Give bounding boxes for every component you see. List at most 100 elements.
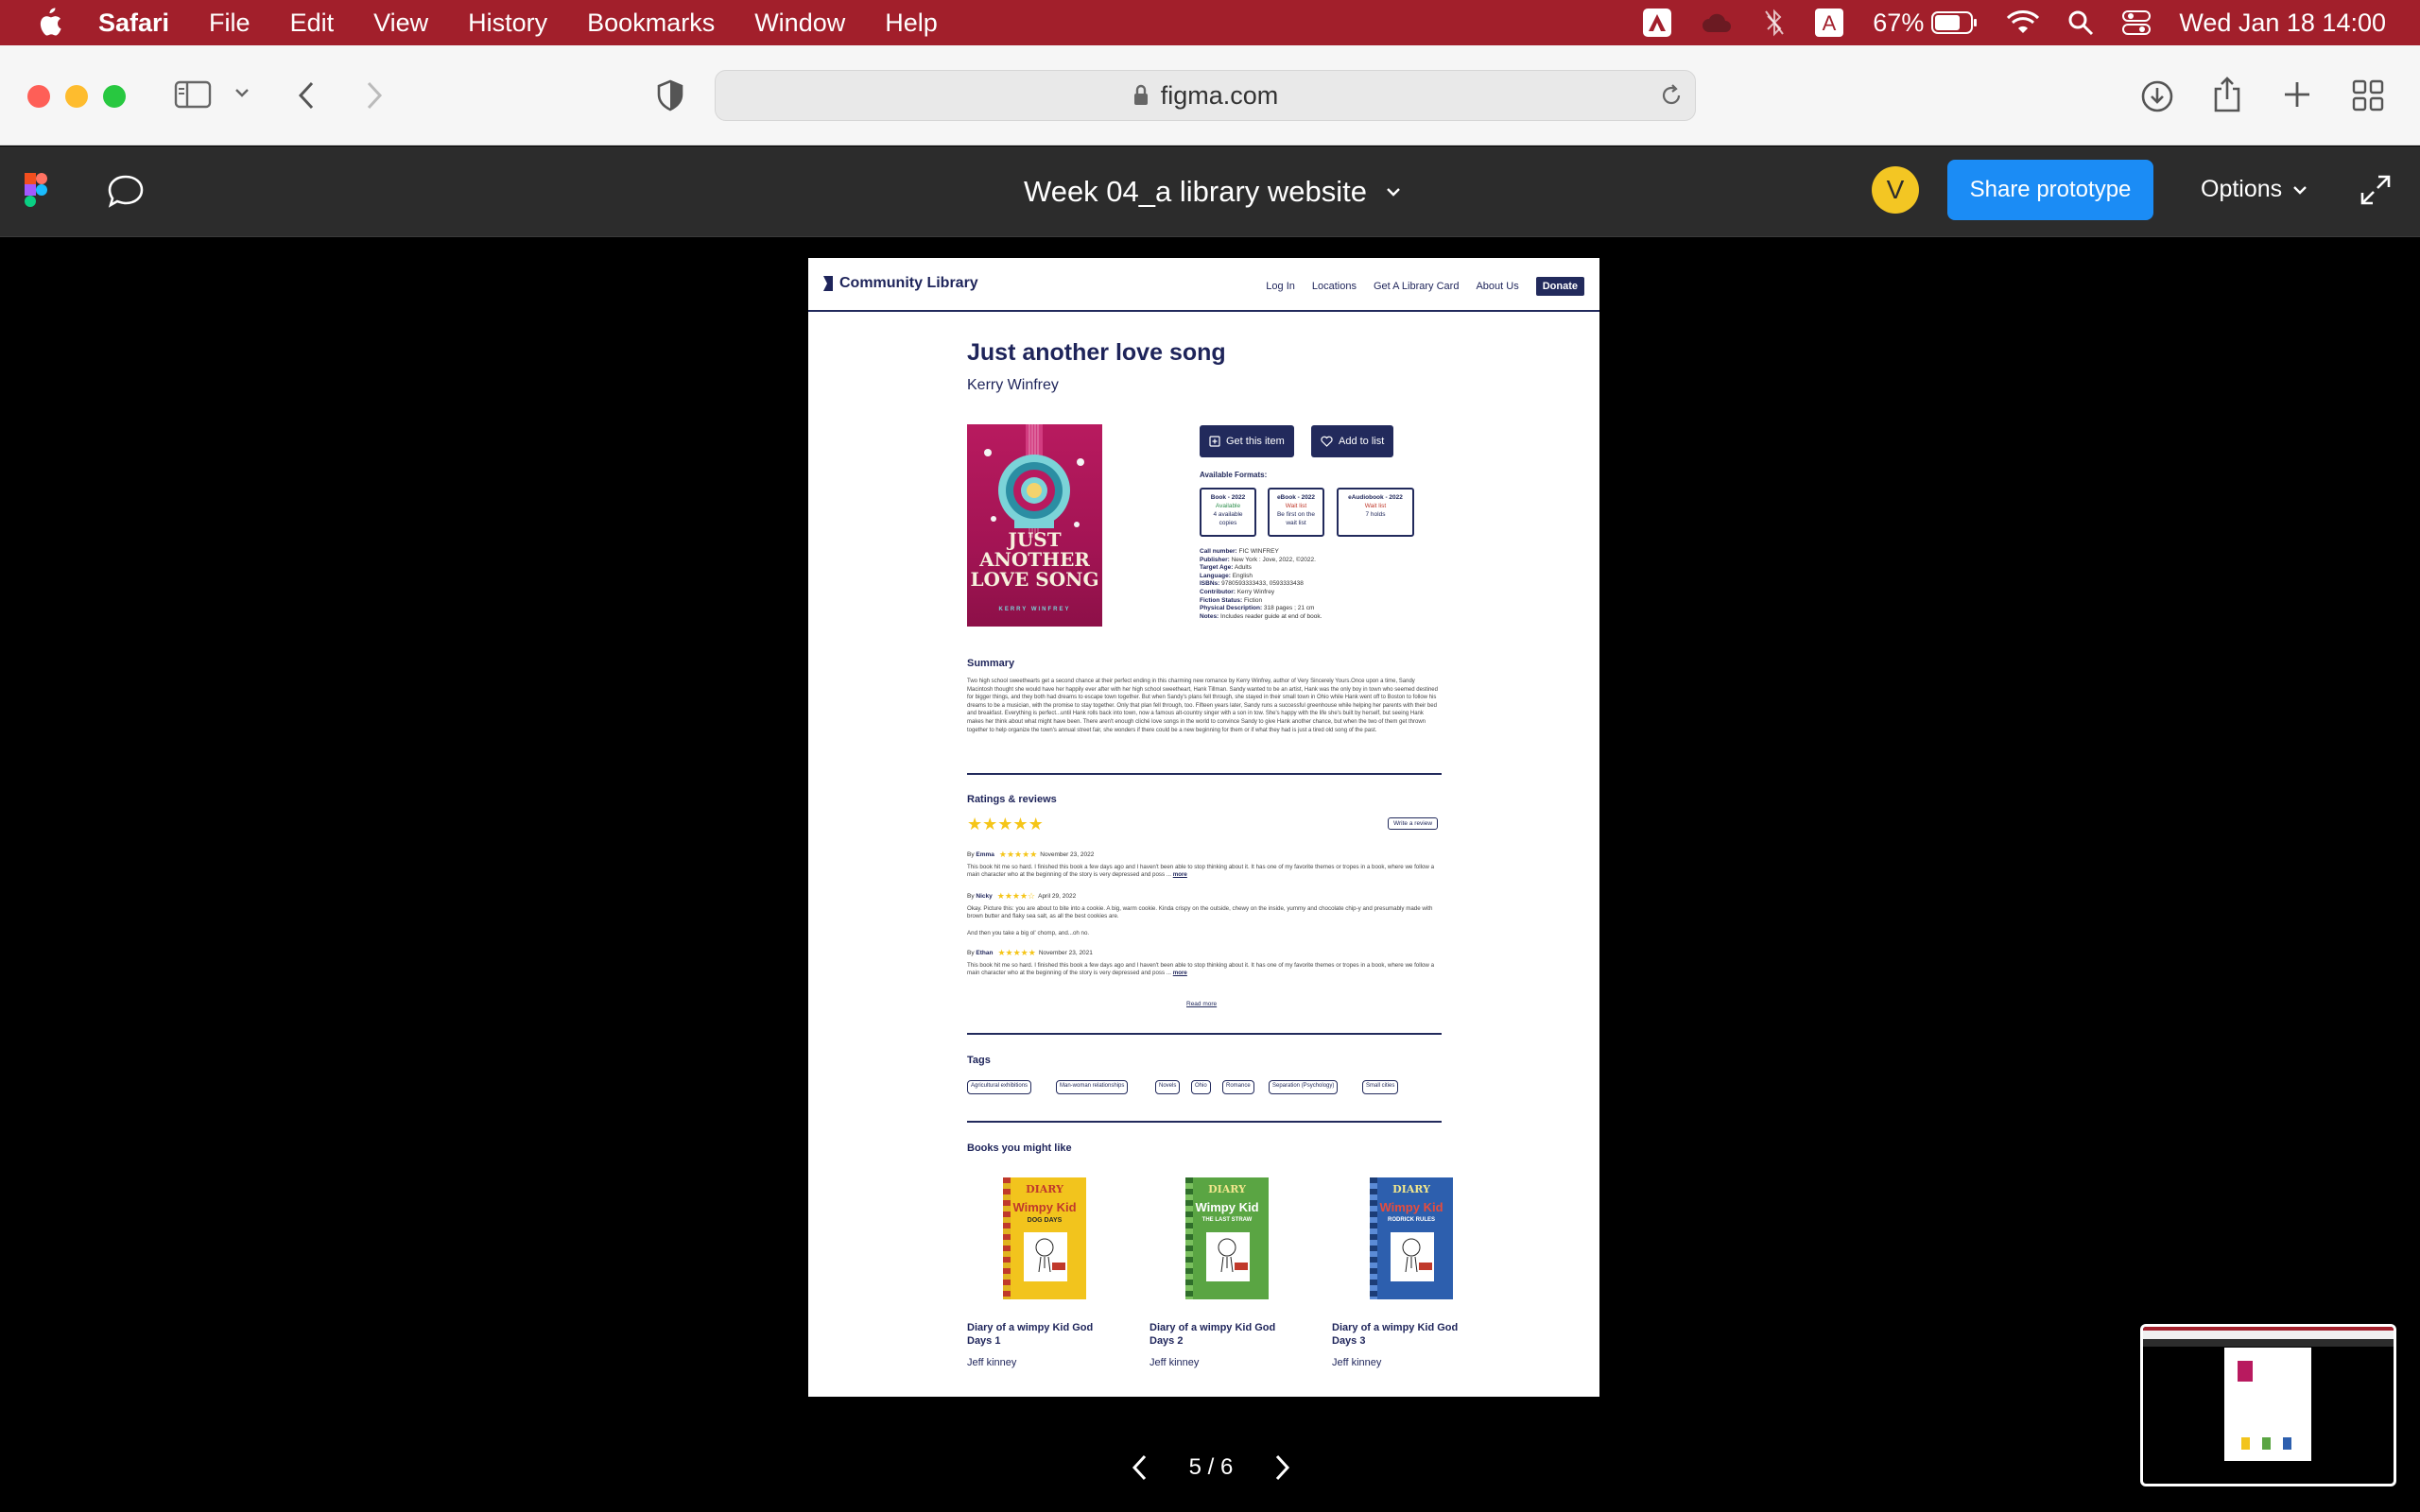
- book-author[interactable]: Kerry Winfrey: [967, 377, 1059, 394]
- share-icon[interactable]: [2212, 76, 2242, 113]
- rec-book-title[interactable]: Diary of a wimpy Kid God Days 1: [967, 1321, 1109, 1348]
- tag-chip[interactable]: Small cities: [1362, 1080, 1399, 1094]
- nav-library-card[interactable]: Get A Library Card: [1374, 281, 1460, 292]
- review-text-continued: And then you take a big ol' chomp, and..…: [967, 930, 1090, 936]
- window-minimize-button[interactable]: [65, 85, 88, 108]
- detail-key: Publisher:: [1200, 556, 1230, 563]
- reviewer-name: Nicky: [976, 893, 993, 900]
- cloud-icon[interactable]: [1701, 9, 1735, 36]
- detail-value: Kerry Winfrey: [1236, 588, 1275, 595]
- rec-book-title[interactable]: Diary of a wimpy Kid God Days 2: [1150, 1321, 1291, 1348]
- cover-author: KERRY WINFREY: [998, 607, 1071, 612]
- downloads-icon[interactable]: [2140, 79, 2174, 113]
- window-zoom-button[interactable]: [103, 85, 126, 108]
- menubar-clock[interactable]: Wed Jan 18 14:00: [2179, 9, 2386, 38]
- thumb-figma-bar: [2143, 1339, 2394, 1347]
- sidebar-chevron-down-icon[interactable]: [233, 85, 251, 100]
- tag-chip[interactable]: Novels: [1155, 1080, 1181, 1094]
- menu-help[interactable]: Help: [885, 9, 938, 38]
- detail-key: Notes:: [1200, 612, 1219, 620]
- rec-book-cover[interactable]: DIARY Wimpy Kid RODRICK RULES: [1370, 1177, 1453, 1299]
- format-card-ebook[interactable]: eBook - 2022 Wait list Be first on the w…: [1268, 488, 1324, 537]
- menu-view[interactable]: View: [373, 9, 428, 38]
- user-avatar[interactable]: V: [1872, 166, 1919, 214]
- back-chevron-icon[interactable]: [295, 79, 320, 112]
- apple-logo-icon[interactable]: [36, 8, 62, 38]
- heart-icon: [1321, 436, 1333, 447]
- input-source-icon[interactable]: A: [1814, 8, 1844, 38]
- review-stars: ★★★★★: [997, 948, 1036, 957]
- menu-file[interactable]: File: [209, 9, 251, 38]
- summary-heading: Summary: [967, 658, 1015, 669]
- options-label: Options: [2201, 176, 2283, 202]
- spotlight-search-icon[interactable]: [2067, 9, 2094, 36]
- rec-book-cover[interactable]: DIARY Wimpy Kid DOG DAYS: [1003, 1177, 1086, 1299]
- rec-book-cover[interactable]: DIARY Wimpy Kid THE LAST STRAW: [1185, 1177, 1269, 1299]
- get-this-item-button[interactable]: Get this item: [1200, 425, 1294, 457]
- write-review-button[interactable]: Write a review: [1388, 817, 1439, 830]
- review-text: Okay. Picture this: you are about to bit…: [967, 905, 1433, 919]
- window-close-button[interactable]: [27, 85, 50, 108]
- menu-bookmarks[interactable]: Bookmarks: [587, 9, 715, 38]
- file-title-dropdown[interactable]: Week 04_a library website: [1024, 175, 1403, 209]
- nav-locations[interactable]: Locations: [1312, 281, 1357, 292]
- previous-frame-chevron-icon[interactable]: [1131, 1453, 1150, 1482]
- site-nav-links: Log In Locations Get A Library Card Abou…: [1249, 277, 1584, 296]
- format-card-book[interactable]: Book - 2022 Available 4 available copies: [1200, 488, 1256, 537]
- forward-chevron-icon[interactable]: [361, 79, 386, 112]
- detail-row: ISBNs: 9780593333433, 0593333438: [1200, 580, 1322, 589]
- bluetooth-icon[interactable]: [1763, 8, 1786, 38]
- tag-chip[interactable]: Separation (Psychology): [1269, 1080, 1339, 1094]
- format-name: eAudiobook - 2022: [1348, 494, 1403, 501]
- wimpy-kid-drawing: [1206, 1232, 1250, 1281]
- add-to-list-button[interactable]: Add to list: [1311, 425, 1394, 457]
- wimpy-kid-drawing: [1024, 1232, 1067, 1281]
- address-bar[interactable]: figma.com: [715, 70, 1696, 121]
- review-meta: By Nicky ★★★★☆ April 29, 2022: [967, 891, 1076, 902]
- reload-icon[interactable]: [1659, 83, 1684, 108]
- adobe-icon[interactable]: [1642, 8, 1672, 38]
- tag-chip[interactable]: Man-woman relationships: [1056, 1080, 1129, 1094]
- format-name: Book - 2022: [1210, 494, 1246, 501]
- file-title: Week 04_a library website: [1024, 175, 1367, 208]
- tab-overview-icon[interactable]: [2352, 79, 2384, 112]
- add-to-list-label: Add to list: [1339, 436, 1385, 447]
- detail-key: Call number:: [1200, 548, 1237, 555]
- control-center-icon[interactable]: [2122, 9, 2152, 36]
- battery-icon[interactable]: [1931, 10, 1979, 35]
- privacy-shield-icon[interactable]: [656, 79, 684, 112]
- nav-log-in[interactable]: Log In: [1266, 281, 1295, 292]
- nav-about-us[interactable]: About Us: [1476, 281, 1518, 292]
- detail-key: Contributor:: [1200, 588, 1236, 595]
- review-more-link[interactable]: more: [1173, 871, 1187, 878]
- menu-edit[interactable]: Edit: [290, 9, 335, 38]
- menu-app-name[interactable]: Safari: [98, 9, 169, 38]
- read-more-link[interactable]: Read more: [1186, 1001, 1217, 1007]
- wifi-icon[interactable]: [2007, 10, 2040, 35]
- star-icon: ★: [1028, 815, 1044, 833]
- screen-thumbnail-preview[interactable]: [2140, 1324, 2396, 1486]
- share-prototype-button[interactable]: Share prototype: [1947, 160, 2153, 220]
- site-logo[interactable]: Community Library: [821, 274, 978, 293]
- format-card-eaudiobook[interactable]: eAudiobook - 2022 Wait list 7 holds: [1337, 488, 1414, 537]
- donate-button[interactable]: Donate: [1535, 277, 1584, 296]
- tag-chip[interactable]: Agricultural exhibitions: [967, 1080, 1032, 1094]
- rec-book-title[interactable]: Diary of a wimpy Kid God Days 3: [1332, 1321, 1474, 1348]
- new-tab-plus-icon[interactable]: [2282, 79, 2312, 110]
- sidebar-toggle-icon[interactable]: [174, 79, 212, 110]
- review-more-link[interactable]: more: [1173, 970, 1187, 976]
- menu-history[interactable]: History: [468, 9, 547, 38]
- comment-icon[interactable]: [107, 174, 145, 208]
- format-status: Wait list: [1285, 503, 1307, 509]
- fullscreen-expand-icon[interactable]: [2360, 174, 2392, 206]
- detail-row: Target Age: Adults: [1200, 564, 1322, 573]
- review-meta: By Ethan ★★★★★ November 23, 2021: [967, 948, 1093, 958]
- options-dropdown[interactable]: Options: [2201, 176, 2308, 203]
- next-frame-chevron-icon[interactable]: [1272, 1453, 1291, 1482]
- battery-percent: 67%: [1873, 8, 1925, 37]
- figma-logo-icon[interactable]: [24, 172, 48, 208]
- tag-chip[interactable]: Ohio: [1191, 1080, 1211, 1094]
- tag-chip[interactable]: Romance: [1222, 1080, 1254, 1094]
- section-divider: [967, 1121, 1442, 1123]
- menu-window[interactable]: Window: [754, 9, 845, 38]
